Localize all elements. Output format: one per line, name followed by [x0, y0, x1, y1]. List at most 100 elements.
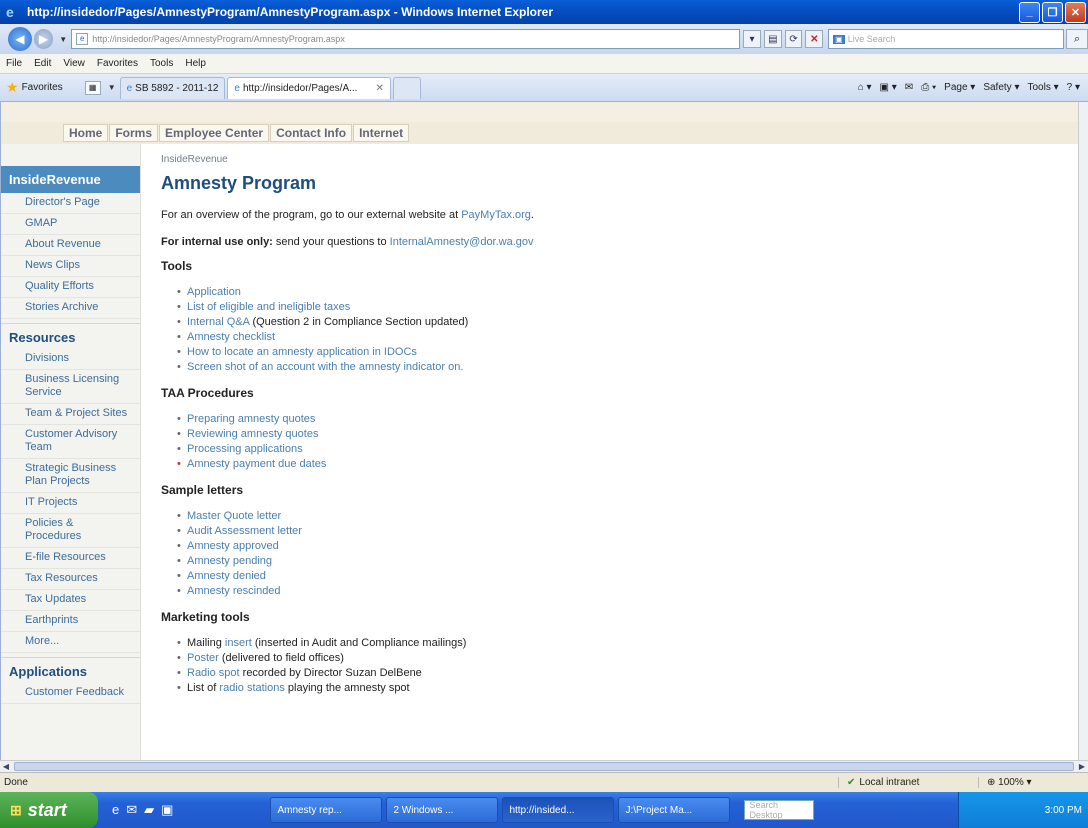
letter-link[interactable]: Amnesty denied — [187, 570, 266, 582]
read-mail-icon[interactable]: ✉ — [905, 82, 913, 93]
sidebar-item-it-projects[interactable]: IT Projects — [1, 493, 140, 514]
breadcrumb[interactable]: InsideRevenue — [161, 154, 1061, 165]
sidebar-item-team-project-sites[interactable]: Team & Project Sites — [1, 404, 140, 425]
sidebar-item-policies[interactable]: Policies & Procedures — [1, 514, 140, 548]
feeds-icon[interactable]: ▣ ▾ — [880, 82, 897, 93]
close-button[interactable]: ✕ — [1065, 1, 1086, 23]
new-tab-button[interactable] — [392, 76, 421, 99]
taskbar-button-amnesty-rep[interactable]: Amnesty rep... — [270, 797, 383, 823]
nav-forms[interactable]: Forms — [109, 124, 159, 142]
sidebar-item-divisions[interactable]: Divisions — [1, 349, 140, 370]
menu-view[interactable]: View — [63, 58, 85, 69]
tool-link[interactable]: List of eligible and ineligible taxes — [187, 301, 350, 313]
menu-help[interactable]: Help — [185, 58, 206, 69]
taa-link[interactable]: Preparing amnesty quotes — [187, 413, 315, 425]
search-input[interactable]: ▣ Live Search — [828, 29, 1065, 49]
sidebar-item-news-clips[interactable]: News Clips — [1, 256, 140, 277]
taskbar-button-windows[interactable]: 2 Windows ... — [386, 797, 499, 823]
nav-contact-info[interactable]: Contact Info — [270, 124, 353, 142]
nav-employee-center[interactable]: Employee Center — [159, 124, 270, 142]
page-menu[interactable]: Page ▾ — [944, 82, 975, 93]
sidebar-item-more[interactable]: More... — [1, 632, 140, 653]
minimize-button[interactable]: _ — [1019, 1, 1040, 23]
sidebar-item-business-licensing[interactable]: Business Licensing Service — [1, 370, 140, 404]
letter-link[interactable]: Audit Assessment letter — [187, 525, 302, 537]
zoom-control[interactable]: ⊕ 100% ▾ — [978, 777, 1088, 788]
radio-spot-link[interactable]: Radio spot — [187, 667, 240, 679]
tab-list-dropdown-icon[interactable]: ▼ — [108, 83, 116, 92]
sidebar-item-quality-efforts[interactable]: Quality Efforts — [1, 277, 140, 298]
radio-stations-link[interactable]: radio stations — [219, 682, 284, 694]
paymytax-link[interactable]: PayMyTax.org — [461, 209, 531, 221]
sidebar-item-earthprints[interactable]: Earthprints — [1, 611, 140, 632]
sidebar-item-stories-archive[interactable]: Stories Archive — [1, 298, 140, 319]
taskbar-button-project[interactable]: J:\Project Ma... — [618, 797, 731, 823]
menu-favorites[interactable]: Favorites — [97, 58, 138, 69]
tab-sb5892[interactable]: e SB 5892 - 2011-12 — [119, 76, 226, 99]
sidebar-item-tax-resources[interactable]: Tax Resources — [1, 569, 140, 590]
letter-link[interactable]: Amnesty rescinded — [187, 585, 281, 597]
sidebar-section-applications[interactable]: Applications — [1, 657, 140, 683]
scroll-thumb[interactable] — [14, 762, 1074, 771]
insert-link[interactable]: insert — [225, 637, 252, 649]
horizontal-scrollbar[interactable]: ◀ ▶ — [0, 760, 1088, 772]
close-tab-icon[interactable]: ✕ — [375, 83, 383, 94]
desktop-search-input[interactable]: Search Desktop — [744, 800, 815, 820]
compat-icon[interactable]: ▤ — [763, 30, 782, 48]
taa-link[interactable]: Reviewing amnesty quotes — [187, 428, 318, 440]
sidebar-section-resources[interactable]: Resources — [1, 323, 140, 349]
help-icon[interactable]: ? ▾ — [1067, 82, 1080, 93]
search-button-icon[interactable]: ⌕ — [1066, 29, 1088, 49]
taskbar-button-insidedor[interactable]: http://insided... — [502, 797, 615, 823]
nav-internet[interactable]: Internet — [353, 124, 410, 142]
sidebar-item-about-revenue[interactable]: About Revenue — [1, 235, 140, 256]
tab-amnesty[interactable]: e http://insidedor/Pages/A... ✕ — [227, 76, 391, 99]
sidebar-item-strategic-business[interactable]: Strategic Business Plan Projects — [1, 459, 140, 493]
tool-link[interactable]: Amnesty checklist — [187, 331, 275, 343]
menu-tools[interactable]: Tools — [150, 58, 173, 69]
sidebar-item-tax-updates[interactable]: Tax Updates — [1, 590, 140, 611]
address-bar[interactable]: e http://insidedor/Pages/AmnestyProgram/… — [71, 29, 741, 49]
address-dropdown-icon[interactable]: ▾ — [743, 30, 761, 48]
sidebar-item-gmap[interactable]: GMAP — [1, 214, 140, 235]
desktop-quicklaunch-icon[interactable]: ▣ — [161, 802, 173, 818]
menu-edit[interactable]: Edit — [34, 58, 51, 69]
sidebar-item-efile[interactable]: E-file Resources — [1, 548, 140, 569]
letter-link[interactable]: Amnesty pending — [187, 555, 272, 567]
forward-button[interactable]: ▶ — [33, 29, 54, 49]
restore-button[interactable]: ❐ — [1042, 1, 1063, 23]
letter-link[interactable]: Master Quote letter — [187, 510, 281, 522]
tool-link[interactable]: Screen shot of an account with the amnes… — [187, 361, 463, 373]
quick-tabs-icon[interactable]: ▦ — [84, 80, 101, 95]
sidebar-item-directors-page[interactable]: Director's Page — [1, 193, 140, 214]
clock[interactable]: 3:00 PM — [1045, 805, 1082, 816]
ie-quicklaunch-icon[interactable]: e — [112, 802, 119, 818]
tools-menu[interactable]: Tools ▾ — [1027, 82, 1058, 93]
favorites-button[interactable]: ★ Favorites — [6, 79, 63, 96]
internal-email-link[interactable]: InternalAmnesty@dor.wa.gov — [390, 236, 534, 248]
stop-icon[interactable]: ✕ — [805, 30, 824, 48]
address-text[interactable]: http://insidedor/Pages/AmnestyProgram/Am… — [92, 34, 345, 44]
back-button[interactable]: ◀ — [8, 27, 32, 51]
nav-home[interactable]: Home — [63, 124, 109, 142]
safety-menu[interactable]: Safety ▾ — [983, 82, 1019, 93]
outlook-quicklaunch-icon[interactable]: ✉ — [126, 802, 137, 818]
sidebar-item-customer-advisory[interactable]: Customer Advisory Team — [1, 425, 140, 459]
sidebar-item-customer-feedback[interactable]: Customer Feedback — [1, 683, 140, 704]
vertical-scrollbar[interactable] — [1078, 102, 1088, 760]
taa-link[interactable]: Amnesty payment due dates — [187, 458, 326, 470]
tool-link[interactable]: Application — [187, 286, 241, 298]
refresh-icon[interactable]: ⟳ — [784, 30, 803, 48]
home-icon[interactable]: ⌂ ▾ — [858, 82, 872, 93]
tool-link[interactable]: Internal Q&A — [187, 316, 249, 328]
letter-link[interactable]: Amnesty approved — [187, 540, 279, 552]
tool-link[interactable]: How to locate an amnesty application in … — [187, 346, 417, 358]
title-bar[interactable]: e http://insidedor/Pages/AmnestyProgram/… — [0, 0, 1088, 24]
start-button[interactable]: ⊞ start — [0, 792, 98, 828]
folder-quicklaunch-icon[interactable]: ▰ — [144, 802, 154, 818]
poster-link[interactable]: Poster — [187, 652, 219, 664]
taa-link[interactable]: Processing applications — [187, 443, 303, 455]
history-dropdown-icon[interactable]: ▼ — [59, 35, 67, 44]
menu-file[interactable]: File — [6, 58, 22, 69]
sidebar-section-insiderevenue[interactable]: InsideRevenue — [1, 166, 140, 193]
